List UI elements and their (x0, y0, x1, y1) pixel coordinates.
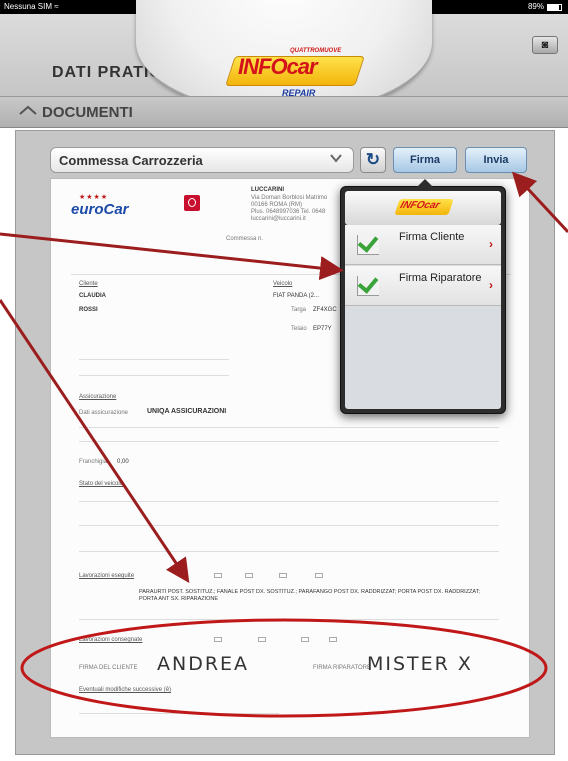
firma-button[interactable]: Firma (393, 147, 457, 173)
firma-riparatore-item[interactable]: Firma Riparatore › (345, 266, 501, 306)
luccarini-logo (184, 195, 200, 211)
veicolo-label: Veicolo (273, 281, 293, 287)
divider (79, 619, 499, 620)
firma-cliente-label: FIRMA DEL CLIENTE (79, 665, 138, 671)
app-screen: { "status_bar": {"carrier": "Nessuna SIM… (0, 0, 568, 761)
company-line-3: Plus. 0648997036 Tel. 0648 (251, 209, 326, 215)
camera-button[interactable]: ◙ (532, 36, 558, 54)
chevron-down-icon (329, 153, 343, 166)
logo-main-text: INFOcar (238, 54, 318, 79)
divider (79, 501, 499, 502)
popover-logo: INFOcar (394, 199, 454, 215)
eurocar-name: euroCar (71, 201, 129, 218)
firma-cliente-label: Firma Cliente (399, 231, 465, 243)
firma-popover: INFOcar Firma Cliente › Firma Riparatore… (340, 179, 506, 414)
firma-riparatore-label: FIRMA RIPARATORE (313, 665, 372, 671)
franchigia-value: 0,00 (117, 459, 129, 465)
consegna-label: Lavorazioni consegnate (79, 637, 143, 643)
eurocar-logo: ★★★★ euroCar (71, 193, 133, 219)
consegna-checkboxes (211, 637, 337, 643)
eventuali-label: Eventuali modifiche successive (ê) (79, 687, 172, 693)
signature-check-icon (357, 276, 379, 296)
assicurazione-company: UNIQA ASSICURAZIONI (147, 408, 227, 415)
eurocar-stars: ★★★★ (79, 194, 109, 201)
battery-icon (547, 4, 562, 11)
refresh-icon: ↻ (365, 150, 381, 169)
divider (79, 551, 499, 552)
franchigia-label: Franchigia (79, 459, 108, 465)
lavorazioni-checkboxes (211, 573, 324, 579)
divider (79, 525, 499, 526)
lavorazioni-label: Lavorazioni eseguite (79, 573, 135, 579)
company-line-2: 00166 ROMA (RM) (251, 202, 303, 208)
telaio-value: EP77Y (313, 326, 332, 332)
chevron-right-icon: › (489, 278, 493, 292)
company-line-4: luccarini@luccarini.it (251, 216, 306, 222)
veicolo-model: FIAT PANDA (2... (273, 293, 320, 299)
camera-icon: ◙ (541, 39, 549, 51)
firma-cliente-item[interactable]: Firma Cliente › (345, 225, 501, 265)
refresh-button[interactable]: ↻ (360, 147, 386, 173)
popover-header: INFOcar (345, 191, 501, 225)
chevron-up-icon (18, 103, 38, 121)
signature-riparatore: MISTER X (367, 653, 473, 675)
telaio-label: Telaio (291, 326, 307, 332)
documenti-section-header[interactable]: DOCUMENTI (0, 96, 568, 128)
divider (79, 427, 499, 428)
battery-percent: 89% (527, 2, 544, 11)
document-type-select[interactable]: Commessa Carrozzeria (50, 147, 354, 173)
cliente-label: Cliente (79, 281, 98, 287)
targa-label: Targa (291, 307, 307, 313)
order-label: Commessa n. (226, 236, 264, 242)
documenti-title: DOCUMENTI (42, 104, 133, 121)
invia-button[interactable]: Invia (465, 147, 527, 173)
cliente-last-name: ROSSI (79, 307, 98, 313)
stato-veicolo-label: Stato del veicolo (79, 481, 124, 487)
lavorazioni-text: PARAURTI POST. SOSTITUZ.; FANALE POST DX… (139, 589, 480, 602)
firma-riparatore-label: Firma Riparatore (399, 272, 482, 284)
assicurazione-company-label: Dati assicurazione (79, 410, 129, 416)
company-line-1: Via Doman Borblosi Matrimo (251, 195, 328, 201)
signature-cliente: ANDREA (157, 653, 250, 675)
document-type-value: Commessa Carrozzeria (59, 153, 203, 168)
divider (79, 713, 279, 714)
popover-arrow (417, 179, 433, 187)
company-name: LUCCARINI (251, 187, 284, 193)
targa-value: ZF4XGC (313, 307, 337, 313)
assicurazione-label: Assicurazione (79, 394, 117, 400)
popover-list: Firma Cliente › Firma Riparatore › (345, 225, 501, 409)
app-header: DATI PRATIC QUATTROMUOVE INFOcar REPAIR … (0, 0, 568, 114)
divider (79, 359, 229, 360)
signature-check-icon (357, 235, 379, 255)
divider (79, 375, 229, 376)
cliente-first-name: CLAUDIA (79, 293, 106, 299)
divider (79, 441, 499, 442)
chevron-right-icon: › (489, 237, 493, 251)
